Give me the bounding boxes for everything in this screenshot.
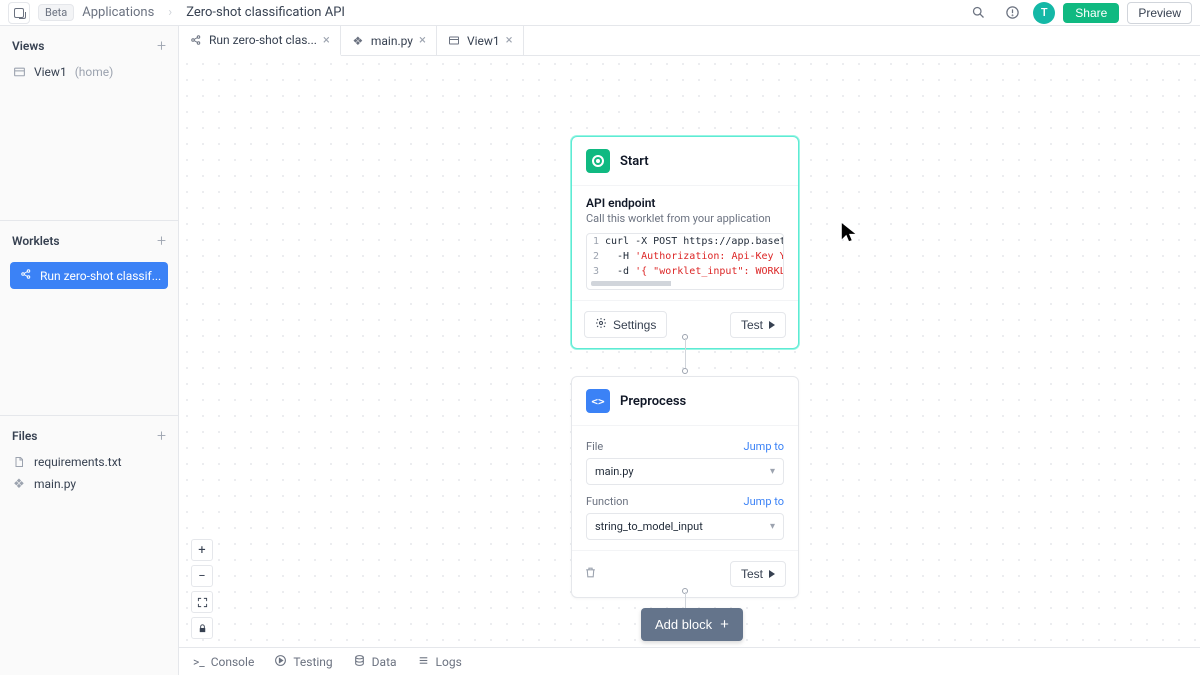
cursor-icon [840, 221, 858, 245]
help-icon[interactable] [999, 0, 1025, 26]
views-heading: Views [12, 39, 44, 53]
play-icon [769, 321, 775, 329]
play-icon [769, 570, 775, 578]
function-field-label: Function [586, 495, 628, 508]
file-name: requirements.txt [34, 455, 122, 469]
fit-button[interactable] [191, 591, 213, 613]
chevron-down-icon: ▾ [770, 466, 775, 477]
tab-view[interactable]: View1 × [437, 26, 524, 55]
share-alt-icon [189, 33, 203, 47]
sidebar-file-item[interactable]: ❖ main.py [0, 473, 178, 495]
add-worklet-button[interactable]: + [157, 231, 166, 250]
code-icon: <> [586, 389, 610, 413]
tab-close-icon[interactable]: × [323, 33, 330, 48]
files-heading: Files [12, 429, 37, 443]
start-icon [586, 149, 610, 173]
api-endpoint-sub: Call this worklet from your application [586, 212, 784, 225]
zoom-in-button[interactable]: + [191, 539, 213, 561]
logs-tab[interactable]: Logs [417, 654, 462, 670]
jump-to-link[interactable]: Jump to [744, 440, 784, 453]
beta-badge: Beta [38, 4, 74, 21]
app-logo[interactable] [8, 2, 30, 24]
canvas[interactable]: Start API endpoint Call this worklet fro… [179, 56, 1200, 675]
view-hint: (home) [75, 65, 114, 79]
file-icon [12, 455, 26, 469]
lock-button[interactable] [191, 617, 213, 639]
breadcrumb-current: Zero-shot classification API [186, 5, 345, 20]
console-tab[interactable]: >_ Console [193, 655, 254, 669]
sidebar-view-item[interactable]: View1 (home) [0, 61, 178, 83]
chevron-down-icon: ▾ [770, 521, 775, 532]
node-title: Start [620, 154, 649, 169]
bottom-bar: >_ Console Testing Data Logs [179, 647, 1200, 675]
worklet-label: Run zero-shot classif... [40, 269, 161, 283]
sidebar-worklet-item[interactable]: Run zero-shot classif... [10, 262, 168, 289]
worklets-heading: Worklets [12, 234, 60, 248]
preprocess-node[interactable]: <> Preprocess File Jump to main.py ▾ Fun… [571, 376, 799, 598]
add-view-button[interactable]: + [157, 36, 166, 55]
connector-line [685, 338, 686, 370]
plus-icon: + [720, 616, 729, 633]
function-select-value: string_to_model_input [595, 520, 703, 533]
chevron-right-icon: › [168, 5, 172, 20]
horizontal-scrollbar[interactable] [591, 281, 779, 286]
play-circle-icon [274, 654, 287, 670]
file-select-value: main.py [595, 465, 634, 478]
tab-worklet[interactable]: Run zero-shot clas... × [179, 26, 341, 56]
jump-to-link[interactable]: Jump to [744, 495, 784, 508]
function-select[interactable]: string_to_model_input ▾ [586, 513, 784, 540]
share-button[interactable]: Share [1063, 3, 1119, 23]
preview-button[interactable]: Preview [1127, 2, 1192, 24]
add-file-button[interactable]: + [157, 426, 166, 445]
tab-close-icon[interactable]: × [506, 33, 513, 48]
top-header: Beta Applications › Zero-shot classifica… [0, 0, 1200, 26]
zoom-controls: + − [191, 539, 213, 639]
zoom-out-button[interactable]: − [191, 565, 213, 587]
tab-label: View1 [467, 34, 500, 48]
breadcrumb-root[interactable]: Applications [82, 5, 154, 20]
trash-icon[interactable] [584, 566, 597, 583]
search-icon[interactable] [965, 0, 991, 26]
add-block-button[interactable]: Add block + [641, 608, 743, 641]
list-icon [417, 654, 430, 670]
file-select[interactable]: main.py ▾ [586, 458, 784, 485]
test-button[interactable]: Test [730, 561, 786, 587]
code-snippet[interactable]: 1curl -X POST https://app.baseten 2 -H '… [586, 233, 784, 290]
api-endpoint-label: API endpoint [586, 196, 784, 210]
tab-bar: Run zero-shot clas... × ❖ main.py × View… [179, 26, 1200, 56]
file-field-label: File [586, 440, 603, 453]
terminal-icon: >_ [193, 655, 205, 669]
tab-close-icon[interactable]: × [419, 33, 426, 48]
view-icon [447, 34, 461, 48]
sidebar: Views + View1 (home) Worklets + Run zero… [0, 26, 179, 675]
start-node[interactable]: Start API endpoint Call this worklet fro… [571, 136, 799, 349]
tab-label: Run zero-shot clas... [209, 33, 317, 47]
avatar[interactable]: T [1033, 2, 1055, 24]
view-icon [12, 65, 26, 79]
test-button[interactable]: Test [730, 312, 786, 338]
sidebar-file-item[interactable]: requirements.txt [0, 451, 178, 473]
main-area: Run zero-shot clas... × ❖ main.py × View… [179, 26, 1200, 675]
tab-file[interactable]: ❖ main.py × [341, 26, 437, 55]
settings-button[interactable]: Settings [584, 311, 667, 338]
database-icon [353, 654, 366, 670]
view-label: View1 [34, 65, 67, 79]
share-alt-icon [20, 268, 32, 283]
node-title: Preprocess [620, 394, 686, 409]
python-icon: ❖ [12, 477, 26, 491]
python-icon: ❖ [351, 34, 365, 48]
file-name: main.py [34, 477, 76, 491]
data-tab[interactable]: Data [353, 654, 397, 670]
testing-tab[interactable]: Testing [274, 654, 332, 670]
tab-label: main.py [371, 34, 413, 48]
connector-dot [682, 368, 688, 374]
gear-icon [595, 317, 607, 332]
